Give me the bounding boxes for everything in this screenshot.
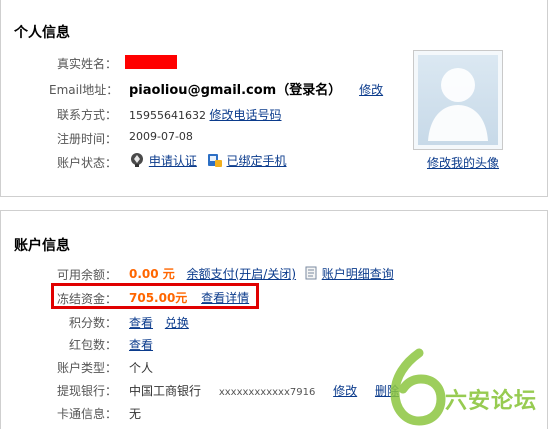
bank-edit-link[interactable]: 修改 bbox=[333, 384, 357, 398]
email-edit-link[interactable]: 修改 bbox=[359, 83, 383, 97]
reg-time-label: 注册时间： bbox=[56, 132, 117, 146]
watermark-text: 六安论坛 bbox=[445, 389, 538, 414]
points-label: 积分数： bbox=[68, 316, 117, 330]
bound-phone-link[interactable]: 已绑定手机 bbox=[227, 154, 287, 168]
apply-certification-link[interactable]: 申请认证 bbox=[149, 154, 197, 168]
status-label: 账户状态： bbox=[56, 156, 117, 170]
points-view-link[interactable]: 查看 bbox=[129, 316, 153, 330]
card-info-value: 无 bbox=[129, 407, 142, 421]
forum-watermark: 六安论坛 bbox=[379, 347, 548, 429]
reg-time-value: 2009-07-08 bbox=[129, 130, 193, 143]
document-icon bbox=[304, 266, 318, 283]
bank-label: 提现银行： bbox=[56, 384, 117, 398]
personal-info-panel: 个人信息 真实姓名： Email地址： piaoliou@gmail.com（登… bbox=[0, 0, 548, 197]
account-type-label: 账户类型： bbox=[56, 361, 117, 375]
account-detail-link[interactable]: 账户明细查询 bbox=[322, 267, 394, 281]
redacted-real-name bbox=[125, 55, 177, 69]
bank-account-number: xxxxxxxxxxxx7916 bbox=[218, 387, 316, 398]
balance-label: 可用余额： bbox=[56, 268, 117, 282]
default-avatar-icon bbox=[428, 68, 488, 141]
account-info-title: 账户信息 bbox=[14, 238, 70, 254]
phone-value: 15955641632 bbox=[129, 109, 206, 122]
personal-info-title: 个人信息 bbox=[14, 25, 70, 41]
balance-value: 0.00 元 bbox=[129, 267, 175, 281]
card-info-label: 卡通信息： bbox=[56, 407, 117, 421]
points-exchange-link[interactable]: 兑换 bbox=[165, 316, 189, 330]
avatar[interactable] bbox=[413, 50, 503, 150]
edit-avatar-link[interactable]: 修改我的头像 bbox=[427, 156, 499, 170]
balance-pay-toggle-link[interactable]: 余额支付(开启/关闭) bbox=[187, 267, 296, 281]
edit-phone-link[interactable]: 修改电话号码 bbox=[209, 108, 281, 122]
redpack-label: 红包数： bbox=[68, 338, 117, 352]
real-name-label: 真实姓名： bbox=[56, 57, 117, 71]
frozen-detail-link[interactable]: 查看详情 bbox=[201, 291, 249, 305]
bank-name: 中国工商银行 bbox=[129, 384, 202, 398]
mobile-phone-icon bbox=[207, 152, 223, 171]
account-type-value: 个人 bbox=[129, 361, 154, 375]
phone-label: 联系方式： bbox=[56, 108, 117, 122]
email-note: （登录名） bbox=[276, 83, 342, 98]
email-value: piaoliou@gmail.com bbox=[129, 83, 277, 98]
frozen-label: 冻结资金： bbox=[56, 292, 117, 306]
account-info-panel: 账户信息 可用余额： 0.00 元 余额支付(开启/关闭) 账户明细查询 冻结资… bbox=[0, 210, 548, 429]
frozen-value: 705.00元 bbox=[129, 291, 188, 305]
certificate-icon bbox=[129, 152, 145, 171]
redpack-view-link[interactable]: 查看 bbox=[129, 338, 153, 352]
email-label: Email地址： bbox=[49, 83, 119, 97]
